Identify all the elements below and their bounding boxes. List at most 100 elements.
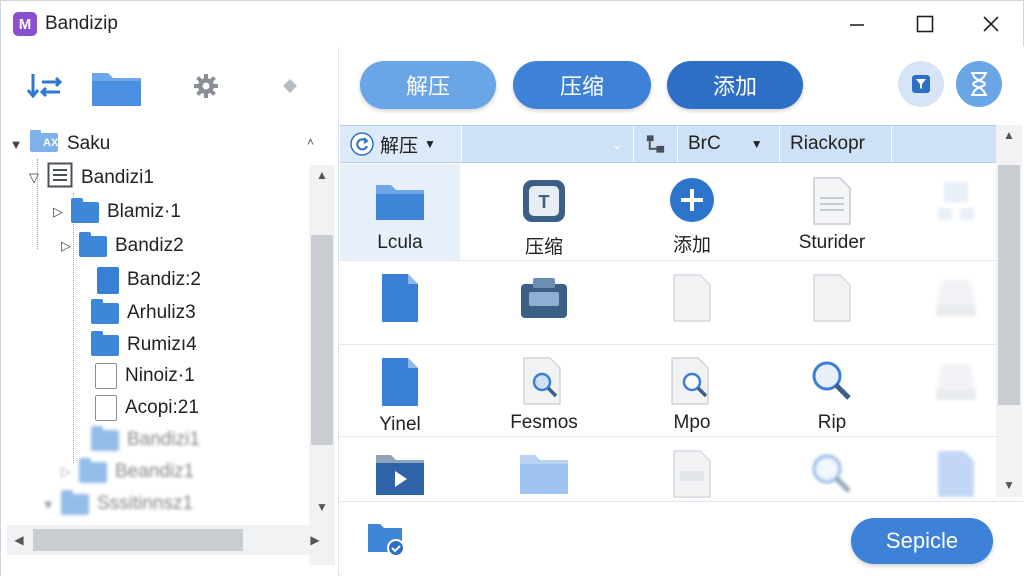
- app-window: M Bandizip ▼ AX Saku ▽ Bandizi1 ▷ Blamiz…: [0, 0, 1024, 576]
- folder-link-icon[interactable]: [366, 520, 406, 563]
- file-item[interactable]: [772, 260, 892, 350]
- tree-item[interactable]: ▷ Blamiz·1: [49, 197, 181, 227]
- tree-item-label: Blamiz·1: [107, 201, 181, 222]
- tree-collapse-marker[interactable]: ˄: [307, 135, 314, 149]
- hourglass-icon: [971, 72, 987, 96]
- scroll-down-icon[interactable]: ▼: [996, 475, 1022, 495]
- scroll-left-icon[interactable]: ◀: [7, 525, 31, 555]
- tree-item[interactable]: ▽ Bandizi1: [25, 162, 154, 193]
- tree-item[interactable]: ▼ Sssitinnsz1: [39, 489, 193, 519]
- tree-item[interactable]: ▷ Beandiz1: [57, 457, 194, 487]
- file-item[interactable]: [896, 260, 996, 350]
- file-item[interactable]: [772, 436, 892, 502]
- expand-icon[interactable]: ▷: [49, 204, 67, 220]
- file-item[interactable]: [896, 344, 996, 434]
- collapse-icon[interactable]: ▼: [39, 497, 57, 512]
- file-item[interactable]: [484, 260, 604, 350]
- tree-item-label: Ninoiz·1: [125, 365, 195, 386]
- scroll-up-icon[interactable]: ▲: [996, 125, 1022, 145]
- file-item-label: Sturider: [798, 232, 866, 253]
- tree-item[interactable]: Rumizı4: [69, 330, 197, 360]
- file-item[interactable]: T 压缩: [484, 164, 604, 258]
- file-item-label: Rip: [817, 412, 847, 433]
- refresh-icon: [350, 132, 374, 156]
- tree-item[interactable]: Arhuliz3: [69, 298, 196, 328]
- collapse-icon[interactable]: ▼: [7, 137, 25, 152]
- sort-column-header[interactable]: Riackopr: [780, 126, 892, 162]
- select-button[interactable]: Sepicle: [851, 518, 993, 564]
- file-item[interactable]: Fesmos: [484, 344, 604, 434]
- file-icon: [673, 274, 711, 322]
- scroll-thumb[interactable]: [33, 529, 243, 551]
- file-item[interactable]: Mpo: [632, 344, 752, 434]
- tree-item[interactable]: Ninoiz·1: [73, 361, 195, 391]
- maximize-button[interactable]: [905, 9, 945, 39]
- expand-icon[interactable]: ▽: [25, 170, 43, 186]
- close-button[interactable]: [971, 9, 1011, 39]
- file-item[interactable]: [484, 436, 604, 502]
- path-tree-button[interactable]: [634, 126, 678, 162]
- gear-icon[interactable]: [191, 71, 221, 101]
- scroll-thumb[interactable]: [311, 235, 333, 445]
- file-item[interactable]: [896, 436, 996, 502]
- folder-icon[interactable]: [89, 65, 145, 109]
- video-folder-icon: [376, 455, 424, 495]
- scroll-thumb[interactable]: [998, 165, 1020, 405]
- tree-item-label: Beandiz1: [115, 461, 195, 482]
- sort-column-label: Riackopr: [790, 133, 865, 154]
- scroll-right-icon[interactable]: ▶: [303, 525, 327, 555]
- scroll-up-icon[interactable]: ▲: [309, 165, 335, 185]
- briefcase-icon: [521, 278, 567, 318]
- file-item[interactable]: Lcula: [340, 164, 460, 254]
- maximize-icon: [916, 15, 934, 33]
- tree-root[interactable]: ▼ AX Saku: [7, 129, 110, 159]
- file-item-label: Yinel: [379, 414, 421, 435]
- tree-item-label: Bandiz2: [115, 235, 184, 256]
- folder-icon: [79, 231, 107, 257]
- hourglass-button[interactable]: [956, 61, 1002, 107]
- segment-dropdown[interactable]: BrC ▼: [678, 126, 780, 162]
- file-item[interactable]: [896, 164, 996, 254]
- diamond-icon[interactable]: [279, 75, 301, 97]
- app-logo: M: [13, 12, 37, 36]
- bottom-bar: Sepicle: [340, 501, 1024, 576]
- file-item[interactable]: Sturider: [772, 164, 892, 254]
- file-item[interactable]: [632, 436, 752, 502]
- minimize-button[interactable]: [837, 9, 877, 39]
- tree-item[interactable]: Bandizi1: [69, 425, 200, 455]
- file-item[interactable]: [632, 260, 752, 350]
- path-bar: 解压 ▼ ⌄ BrC ▼ Riackopr: [340, 125, 996, 163]
- expand-icon[interactable]: ▷: [57, 238, 75, 254]
- network-icon: [938, 182, 974, 220]
- tree-item[interactable]: Bandiz:2: [75, 265, 201, 295]
- file-item[interactable]: [340, 436, 460, 502]
- tree-item[interactable]: Acopi:21: [73, 393, 199, 423]
- file-item-label: 压缩: [524, 237, 563, 258]
- folder-icon: [61, 489, 89, 515]
- root-badge: AX: [43, 137, 59, 149]
- drive-icon: [936, 364, 976, 400]
- file-item[interactable]: Rip: [772, 344, 892, 434]
- tree-horizontal-scrollbar[interactable]: ◀ ▶: [7, 525, 327, 555]
- add-button[interactable]: 添加: [667, 61, 803, 109]
- blue-file-icon: [382, 274, 418, 322]
- folder-icon: [91, 298, 119, 324]
- tree-vertical-scrollbar[interactable]: ▲ ▼: [309, 165, 335, 565]
- extract-dropdown[interactable]: 解压 ▼: [340, 126, 462, 162]
- blue-file-icon: [938, 451, 974, 497]
- file-item[interactable]: [340, 260, 460, 350]
- sync-icon[interactable]: [25, 69, 65, 105]
- folder-icon: [79, 457, 107, 483]
- extract-button[interactable]: 解压: [360, 61, 496, 109]
- expand-icon[interactable]: ▷: [57, 464, 75, 480]
- file-item-label: Lcula: [377, 232, 423, 253]
- scroll-down-icon[interactable]: ▼: [309, 497, 335, 517]
- tree-item[interactable]: ▷ Bandiz2: [57, 231, 184, 261]
- filter-button[interactable]: [898, 61, 944, 107]
- file-item[interactable]: Yinel: [340, 344, 460, 435]
- file-item[interactable]: 添加: [632, 164, 752, 256]
- compress-button[interactable]: 压缩: [513, 61, 651, 109]
- path-input[interactable]: ⌄: [462, 126, 634, 162]
- filter-icon: [912, 75, 930, 93]
- file-grid-vertical-scrollbar[interactable]: ▲ ▼: [996, 125, 1022, 497]
